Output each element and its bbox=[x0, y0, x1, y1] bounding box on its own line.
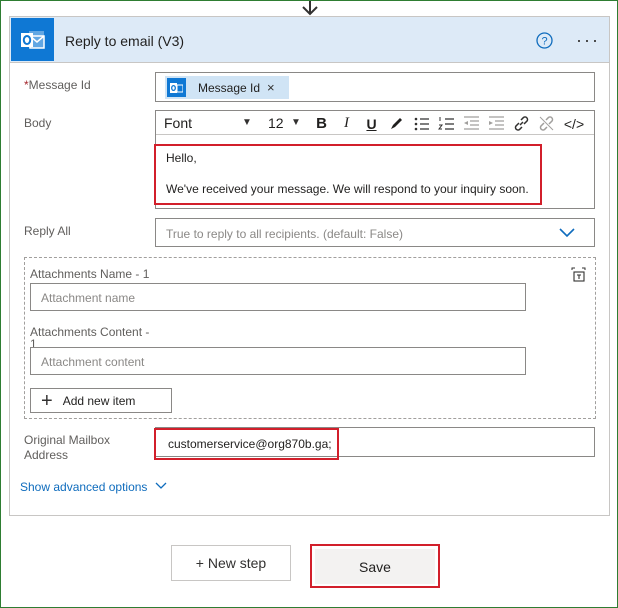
dropdown-arrow-icon[interactable]: ▼ bbox=[291, 117, 301, 128]
svg-text:?: ? bbox=[541, 36, 547, 48]
reply-all-placeholder: True to reply to all recipients. (defaul… bbox=[166, 227, 403, 241]
italic-button[interactable]: I bbox=[337, 114, 356, 133]
dropdown-arrow-icon[interactable]: ▼ bbox=[242, 117, 252, 128]
rich-text-toolbar: Font ▼ 12 ▼ B I U </> bbox=[156, 111, 594, 135]
message-id-token[interactable]: Message Id × bbox=[165, 76, 289, 99]
show-advanced-options-link[interactable]: Show advanced options bbox=[20, 480, 147, 494]
attachment-name-input[interactable]: Attachment name bbox=[30, 283, 526, 311]
attachments-name-label: Attachments Name - 1 bbox=[30, 267, 150, 281]
increase-indent-icon[interactable] bbox=[487, 114, 506, 133]
card-title: Reply to email (V3) bbox=[65, 33, 185, 49]
highlight-box bbox=[154, 428, 339, 460]
mailbox-label: Original Mailbox Address bbox=[24, 433, 111, 462]
font-size-select[interactable]: 12 bbox=[268, 115, 308, 131]
numbered-list-icon[interactable] bbox=[437, 114, 456, 133]
source-code-button[interactable]: </> bbox=[561, 114, 587, 133]
outlook-icon bbox=[11, 18, 54, 61]
message-id-label: *Message Id bbox=[24, 78, 91, 92]
remove-token-icon[interactable]: × bbox=[267, 80, 275, 95]
more-options-icon[interactable]: ··· bbox=[576, 30, 600, 51]
underline-button[interactable]: U bbox=[362, 114, 381, 133]
token-label: Message Id bbox=[198, 80, 261, 95]
pen-icon[interactable] bbox=[387, 114, 406, 133]
arrow-down-icon bbox=[302, 1, 318, 16]
action-card: Reply to email (V3) ? ··· *Message Id Me… bbox=[9, 16, 610, 516]
chevron-down-icon[interactable] bbox=[558, 226, 576, 238]
collapse-array-icon[interactable] bbox=[571, 267, 586, 282]
bold-button[interactable]: B bbox=[312, 114, 331, 133]
reply-all-label: Reply All bbox=[24, 224, 71, 238]
bulleted-list-icon[interactable] bbox=[412, 114, 431, 133]
attachment-content-input[interactable]: Attachment content bbox=[30, 347, 526, 375]
attachment-content-placeholder: Attachment content bbox=[41, 355, 145, 369]
attachment-name-placeholder: Attachment name bbox=[41, 291, 136, 305]
plus-icon: + bbox=[41, 389, 53, 412]
help-circle-icon[interactable]: ? bbox=[536, 32, 553, 49]
new-step-button[interactable]: + New step bbox=[171, 545, 291, 581]
add-new-item-label: Add new item bbox=[62, 393, 136, 408]
message-id-field[interactable]: Message Id × bbox=[155, 72, 595, 102]
link-icon[interactable] bbox=[512, 114, 531, 133]
decrease-indent-icon[interactable] bbox=[462, 114, 481, 133]
reply-all-select[interactable]: True to reply to all recipients. (defaul… bbox=[155, 218, 595, 247]
add-new-item-button[interactable]: + Add new item bbox=[30, 388, 172, 413]
highlight-box bbox=[310, 544, 440, 588]
chevron-down-icon[interactable] bbox=[155, 482, 167, 490]
card-header[interactable]: Reply to email (V3) ? ··· bbox=[10, 17, 609, 63]
unlink-icon[interactable] bbox=[537, 114, 556, 133]
outlook-icon bbox=[167, 78, 186, 97]
highlight-box bbox=[154, 144, 542, 205]
body-label: Body bbox=[24, 116, 52, 130]
